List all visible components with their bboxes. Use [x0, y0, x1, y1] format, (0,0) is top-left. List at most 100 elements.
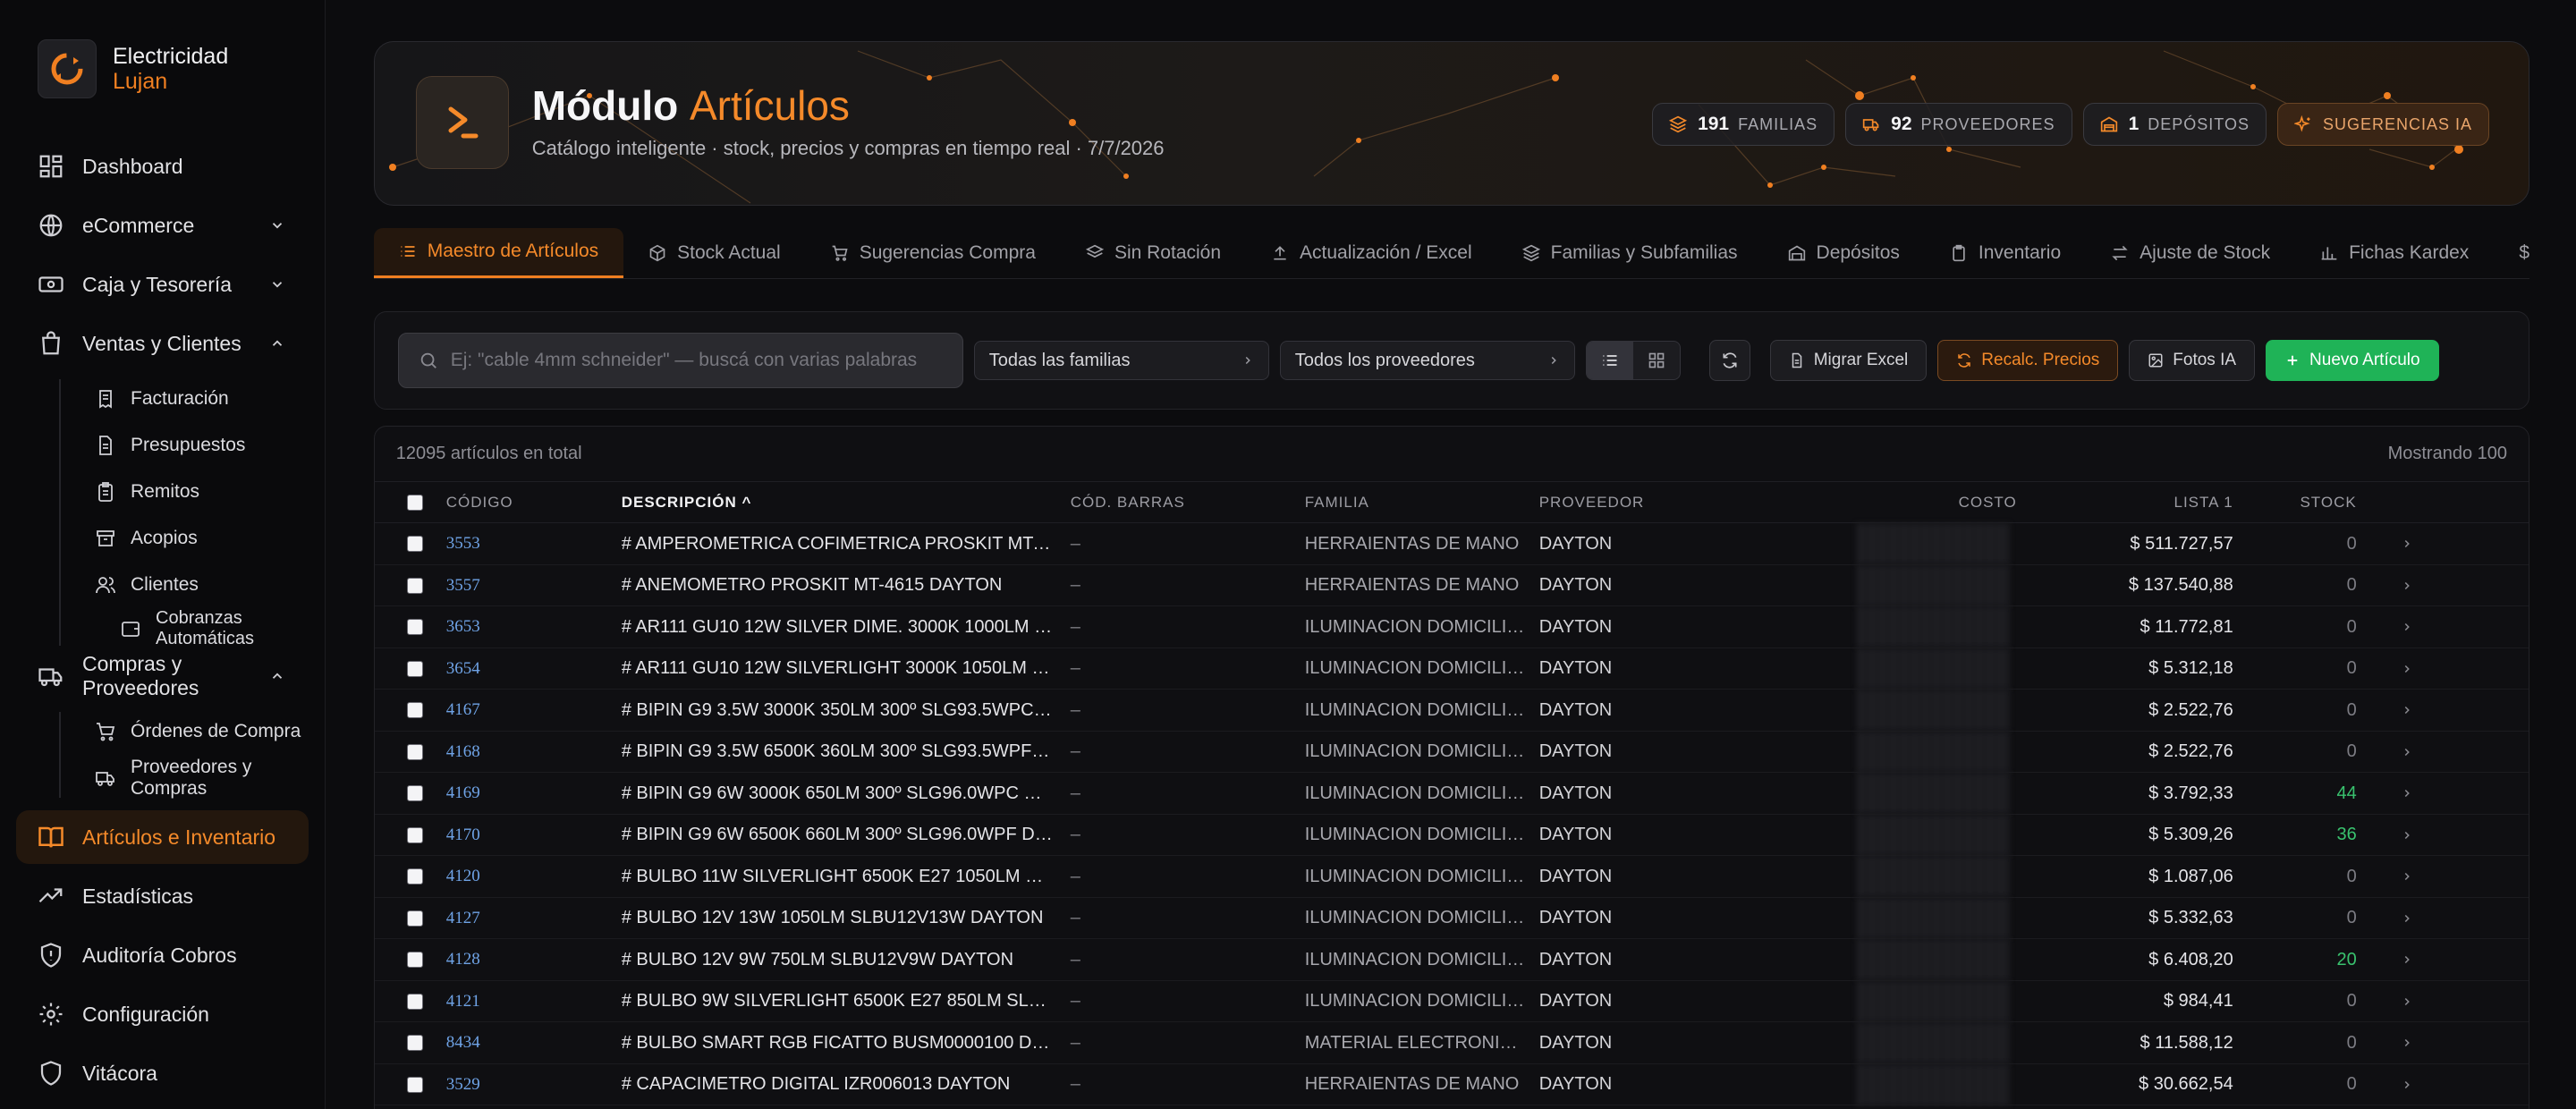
migrate-excel-button[interactable]: Migrar Excel	[1769, 340, 1928, 381]
table-row[interactable]: 3553 # AMPEROMETRICA COFIMETRICA PROSKIT …	[374, 523, 2529, 565]
sidebar-item-auditoria[interactable]: Auditoría Cobros	[16, 928, 309, 982]
row-open-button[interactable]	[2371, 912, 2443, 925]
row-checkbox[interactable]	[406, 868, 423, 885]
col-stock[interactable]: STOCK	[2242, 494, 2371, 512]
list-view-button[interactable]	[1586, 342, 1633, 379]
row-open-button[interactable]	[2371, 621, 2443, 633]
col-cost[interactable]: COSTO	[1827, 494, 2031, 512]
table-row[interactable]: 4120 # BULBO 11W SILVERLIGHT 6500K E27 10…	[374, 856, 2529, 898]
sidebar-item-cobranzas[interactable]: Cobranzas Automáticas	[59, 608, 309, 649]
row-open-button[interactable]	[2371, 663, 2443, 675]
chevron-up-icon[interactable]	[269, 668, 285, 684]
recalc-prices-button[interactable]: Recalc. Precios	[1937, 340, 2119, 381]
sidebar-item-articulos[interactable]: Artículos e Inventario	[16, 810, 309, 864]
sidebar-item-ordenes[interactable]: Órdenes de Compra	[59, 708, 309, 755]
sidebar-item-proveedores[interactable]: Proveedores y Compras	[59, 755, 309, 801]
stat-depositos[interactable]: 1 DEPÓSITOS	[2082, 103, 2267, 146]
tab-maestro[interactable]: Maestro de Artículos	[373, 227, 624, 278]
table-row[interactable]: 3653 # AR111 GU10 12W SILVER DIME. 3000K …	[374, 606, 2529, 648]
tab-kardex[interactable]: Fichas Kardex	[2295, 228, 2494, 278]
sidebar-item-remitos[interactable]: Remitos	[59, 469, 309, 515]
stat-proveedores[interactable]: 92 PROVEEDORES	[1845, 103, 2072, 146]
row-checkbox[interactable]	[406, 743, 423, 760]
stat-familias[interactable]: 191 FAMILIAS	[1652, 103, 1835, 146]
sidebar-item-acopios[interactable]: Acopios	[59, 515, 309, 562]
table-row[interactable]: 3654 # AR111 GU10 12W SILVERLIGHT 3000K 1…	[374, 648, 2529, 690]
table-row[interactable]: 4170 # BIPIN G9 6W 6500K 660LM 300º SLG96…	[374, 814, 2529, 856]
sidebar-item-clientes[interactable]: Clientes	[59, 562, 309, 608]
article-code[interactable]: 3553	[446, 534, 622, 554]
sidebar-item-presupuestos[interactable]: Presupuestos	[59, 422, 309, 469]
sidebar-item-ecommerce[interactable]: eCommerce	[16, 199, 309, 252]
row-checkbox[interactable]	[406, 993, 423, 1010]
article-code[interactable]: 8434	[446, 1033, 622, 1053]
sidebar-item-compras[interactable]: Compras y Proveedores	[16, 649, 309, 703]
row-open-button[interactable]	[2371, 1037, 2443, 1049]
brand[interactable]: Electricidad Lujan	[38, 39, 309, 98]
row-open-button[interactable]	[2371, 829, 2443, 842]
article-code[interactable]: 3654	[446, 659, 622, 679]
chevron-up-icon[interactable]	[269, 335, 285, 351]
tab-inventario[interactable]: Inventario	[1925, 228, 2086, 278]
sidebar-item-facturacion[interactable]: Facturación	[59, 376, 309, 422]
table-row[interactable]: 3557 # ANEMOMETRO PROSKIT MT-4615 DAYTON –…	[374, 564, 2529, 606]
row-checkbox[interactable]	[406, 702, 423, 718]
row-checkbox[interactable]	[406, 952, 423, 968]
sidebar-item-ventas[interactable]: Ventas y Clientes	[16, 317, 309, 370]
table-row[interactable]: 4169 # BIPIN G9 6W 3000K 650LM 300º SLG96…	[374, 773, 2529, 815]
row-checkbox[interactable]	[406, 577, 423, 594]
table-row[interactable]: 4128 # BULBO 12V 9W 750LM SLBU12V9W DAYTO…	[374, 939, 2529, 981]
col-family[interactable]: FAMILIA	[1305, 494, 1539, 512]
tab-depositos[interactable]: Depósitos	[1763, 228, 1925, 278]
row-open-button[interactable]	[2371, 870, 2443, 883]
ai-photos-button[interactable]: Fotos IA	[2129, 340, 2256, 381]
tab-stock-actual[interactable]: Stock Actual	[623, 228, 806, 278]
col-code[interactable]: CÓDIGO	[446, 494, 622, 512]
search-input[interactable]	[450, 350, 952, 371]
article-code[interactable]: 4127	[446, 909, 622, 928]
sidebar-item-dashboard[interactable]: Dashboard	[16, 140, 309, 193]
provider-select[interactable]: Todos los proveedores	[1279, 341, 1575, 380]
col-list[interactable]: LISTA 1	[2031, 494, 2242, 512]
col-barcode[interactable]: CÓD. BARRAS	[1071, 494, 1305, 512]
tab-sugerencias[interactable]: Sugerencias Compra	[806, 228, 1061, 278]
select-all-checkbox[interactable]	[406, 494, 423, 511]
row-open-button[interactable]	[2371, 580, 2443, 592]
sidebar-item-configuracion[interactable]: Configuración	[16, 987, 309, 1041]
col-description[interactable]: DESCRIPCIÓN ^	[622, 494, 1071, 512]
article-code[interactable]: 4168	[446, 742, 622, 762]
article-code[interactable]: 3529	[446, 1075, 622, 1095]
tab-ajuste[interactable]: Ajuste de Stock	[2086, 228, 2295, 278]
table-row[interactable]: 4168 # BIPIN G9 3.5W 6500K 360LM 300º SLG…	[374, 731, 2529, 773]
refresh-button[interactable]	[1708, 340, 1750, 381]
ai-suggestions-button[interactable]: SUGERENCIAS IA	[2276, 103, 2489, 146]
sidebar-item-caja[interactable]: Caja y Tesorería	[16, 258, 309, 311]
chevron-down-icon[interactable]	[269, 217, 285, 233]
tab-precios[interactable]: $	[2494, 228, 2529, 278]
family-select[interactable]: Todas las familias	[973, 341, 1269, 380]
row-checkbox[interactable]	[406, 1035, 423, 1051]
grid-view-button[interactable]	[1633, 342, 1680, 379]
article-code[interactable]: 4121	[446, 992, 622, 1012]
article-code[interactable]: 4120	[446, 867, 622, 886]
row-open-button[interactable]	[2371, 787, 2443, 800]
row-checkbox[interactable]	[406, 619, 423, 635]
row-open-button[interactable]	[2371, 538, 2443, 550]
article-code[interactable]: 4167	[446, 700, 622, 720]
new-article-button[interactable]: Nuevo Artículo	[2266, 340, 2439, 381]
chevron-down-icon[interactable]	[269, 276, 285, 292]
article-code[interactable]: 3557	[446, 576, 622, 596]
table-row[interactable]: 3529 # CAPACIMETRO DIGITAL IZR006013 DAYT…	[374, 1063, 2529, 1105]
search-box[interactable]	[397, 333, 963, 388]
table-row[interactable]: 8434 # BULBO SMART RGB FICATTO BUSM000010…	[374, 1022, 2529, 1064]
row-checkbox[interactable]	[406, 1076, 423, 1093]
row-open-button[interactable]	[2371, 995, 2443, 1008]
article-code[interactable]: 4170	[446, 825, 622, 845]
row-open-button[interactable]	[2371, 704, 2443, 716]
tab-actualizacion[interactable]: Actualización / Excel	[1246, 228, 1497, 278]
row-checkbox[interactable]	[406, 785, 423, 801]
row-checkbox[interactable]	[406, 910, 423, 927]
table-row[interactable]: 4127 # BULBO 12V 13W 1050LM SLBU12V13W DA…	[374, 897, 2529, 939]
sidebar-item-estadisticas[interactable]: Estadísticas	[16, 869, 309, 923]
table-row[interactable]: 4121 # BULBO 9W SILVERLIGHT 6500K E27 850…	[374, 980, 2529, 1022]
